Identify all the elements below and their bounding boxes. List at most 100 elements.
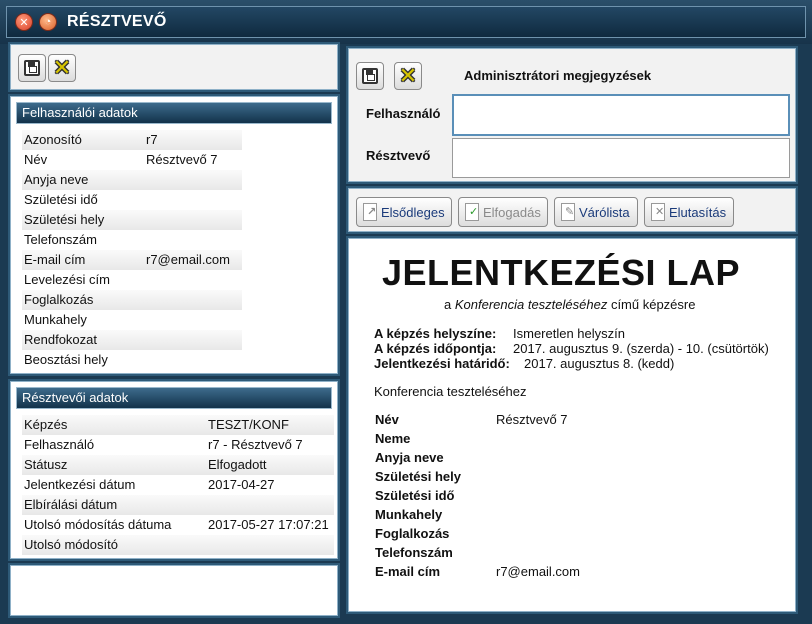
field-label: Születési hely <box>375 469 461 484</box>
field-label: Munkahely <box>375 507 443 522</box>
actions-panel: ↗ Elsődleges ✓ Elfogadás ✎ Várólista ✕ E… <box>346 186 798 234</box>
data-row: Születési idő <box>22 190 242 210</box>
data-row: Státusz Elfogadott <box>22 455 334 475</box>
field-value: r7@email.com <box>496 564 580 579</box>
row-value: Résztvevő 7 <box>146 152 218 167</box>
row-label: Rendfokozat <box>24 332 97 347</box>
data-row: Levelezési cím <box>22 270 242 290</box>
application-form-panel: JELENTKEZÉSI LAP a Konferencia tesztelés… <box>346 236 798 614</box>
document-arrow-icon: ↗ <box>363 203 377 221</box>
participant-data-header: Résztvevői adatok <box>16 387 332 409</box>
save-button[interactable] <box>18 54 46 82</box>
user-note-field[interactable] <box>452 94 790 136</box>
row-label: Képzés <box>24 417 68 432</box>
document-check-icon: ✓ <box>465 203 479 221</box>
row-value: TESZT/KONF <box>208 417 289 432</box>
data-row: Foglalkozás <box>22 290 242 310</box>
save-icon <box>362 68 378 84</box>
participant-note-field[interactable] <box>452 138 790 178</box>
row-label: Név <box>24 152 48 167</box>
row-label: Születési idő <box>24 192 98 207</box>
date-value: 2017. augusztus 9. (szerda) - 10. (csütö… <box>513 341 769 356</box>
left-empty-panel <box>8 563 340 618</box>
data-row: Beosztási hely <box>22 350 242 370</box>
cancel-notes-button[interactable]: ✕ <box>394 62 422 90</box>
close-window-button[interactable]: ✕ <box>15 13 33 31</box>
row-label: E-mail cím <box>24 252 86 267</box>
save-notes-button[interactable] <box>356 62 384 90</box>
user-note-label: Felhasználó <box>366 106 441 121</box>
data-row: Munkahely <box>22 310 242 330</box>
deadline-label: Jelentkezési határidő: <box>374 356 510 371</box>
deadline-value: 2017. augusztus 8. (kedd) <box>524 356 675 371</box>
field-value: Résztvevő 7 <box>496 412 568 427</box>
participant-data-panel: Résztvevői adatok Képzés TESZT/KONF Felhas… <box>8 379 340 561</box>
data-row: Felhasználó r7 - Résztvevő 7 <box>22 435 334 455</box>
user-data-panel: Felhasználói adatok Azonosító r7 Név Résztv… <box>8 94 340 376</box>
document-edit-icon: ✎ <box>561 203 575 221</box>
data-row: Név Résztvevő 7 <box>22 150 242 170</box>
date-label: A képzés időpontja: <box>374 341 497 356</box>
row-label: Munkahely <box>24 312 87 327</box>
field-label: E-mail cím <box>375 564 441 579</box>
row-label: Utolsó módosítás dátuma <box>24 517 172 532</box>
cancel-icon: ✕ <box>398 63 418 88</box>
data-row: Azonosító r7 <box>22 130 242 150</box>
row-label: Státusz <box>24 457 68 472</box>
row-label: Levelezési cím <box>24 272 110 287</box>
title-bar-inner: ✕ ◔ RÉSZTVEVŐ <box>6 6 806 38</box>
data-row: Születési hely <box>22 210 242 230</box>
field-label: Anyja neve <box>375 450 444 465</box>
waitlist-button-label: Várólista <box>579 204 630 220</box>
field-label: Név <box>375 412 399 427</box>
cancel-button[interactable]: ✕ <box>48 54 76 82</box>
data-row: E-mail cím r7@email.com <box>22 250 242 270</box>
accept-button-label: Elfogadás <box>483 204 541 220</box>
row-value: Elfogadott <box>208 457 267 472</box>
reject-button-label: Elutasítás <box>669 204 727 220</box>
window-titlebar: ✕ ◔ RÉSZTVEVŐ <box>0 0 812 44</box>
location-value: Ismeretlen helyszín <box>513 326 625 341</box>
application-subtitle: a Konferencia teszteléséhez című képzésr… <box>444 297 696 312</box>
data-row: Elbírálási dátum <box>22 495 334 515</box>
row-label: Utolsó módosító <box>24 537 118 552</box>
admin-notes-title: Adminisztrátori megjegyzések <box>464 68 652 83</box>
row-label: Telefonszám <box>24 232 97 247</box>
row-label: Beosztási hely <box>24 352 108 367</box>
window-title: RÉSZTVEVŐ <box>67 13 167 30</box>
field-label: Telefonszám <box>375 545 453 560</box>
data-row: Jelentkezési dátum 2017-04-27 <box>22 475 334 495</box>
data-row: Telefonszám <box>22 230 242 250</box>
row-label: Elbírálási dátum <box>24 497 118 512</box>
accept-button[interactable]: ✓ Elfogadás <box>458 197 548 227</box>
data-row: Anyja neve <box>22 170 242 190</box>
admin-notes-panel: ✕ Adminisztrátori megjegyzések Felhaszná… <box>346 46 798 184</box>
row-label: Jelentkezési dátum <box>24 477 136 492</box>
primary-button[interactable]: ↗ Elsődleges <box>356 197 452 227</box>
primary-button-label: Elsődleges <box>381 204 445 220</box>
data-row: Rendfokozat <box>22 330 242 350</box>
data-row: Utolsó módosítás dátuma 2017-05-27 17:07:… <box>22 515 334 535</box>
row-value: r7@email.com <box>146 252 230 267</box>
save-icon <box>24 60 40 76</box>
data-row: Utolsó módosító <box>22 535 334 555</box>
row-label: Foglalkozás <box>24 292 94 307</box>
minimize-window-button[interactable]: ◔ <box>39 13 57 31</box>
row-label: Anyja neve <box>24 172 89 187</box>
reject-button[interactable]: ✕ Elutasítás <box>644 197 734 227</box>
participant-note-label: Résztvevő <box>366 148 431 163</box>
left-toolbar-panel: ✕ <box>8 42 340 92</box>
row-value: 2017-04-27 <box>208 477 275 492</box>
cancel-icon: ✕ <box>52 55 72 80</box>
application-title: JELENTKEZÉSI LAP <box>382 252 741 293</box>
field-label: Születési idő <box>375 488 455 503</box>
waitlist-button[interactable]: ✎ Várólista <box>554 197 638 227</box>
row-label: Felhasználó <box>24 437 95 452</box>
row-value: 2017-05-27 17:07:21 <box>208 517 329 532</box>
row-value: r7 <box>146 132 158 147</box>
field-label: Neme <box>375 431 411 446</box>
row-label: Születési hely <box>24 212 105 227</box>
row-label: Azonosító <box>24 132 82 147</box>
course-name: Konferencia teszteléséhez <box>374 384 527 399</box>
field-label: Foglalkozás <box>375 526 450 541</box>
